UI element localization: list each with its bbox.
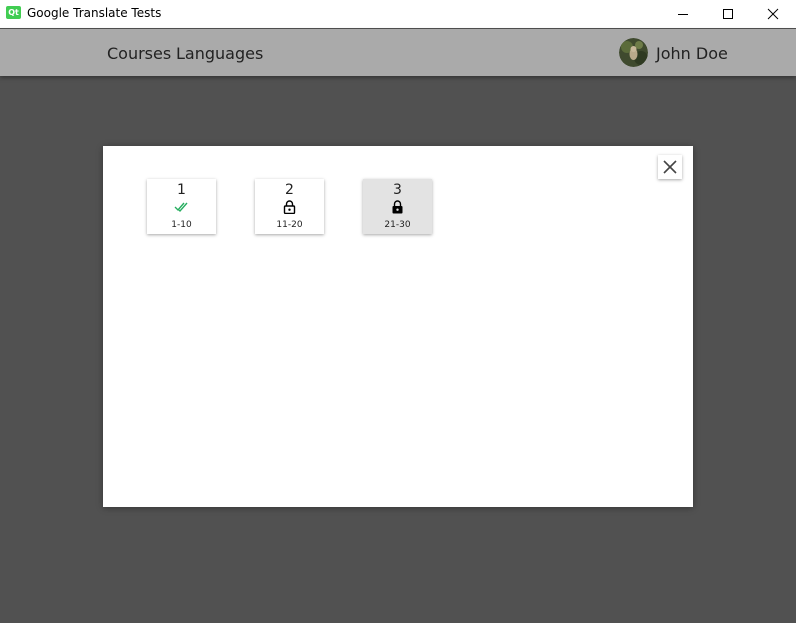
double-check-icon [174,202,188,213]
user-name[interactable]: John Doe [656,44,728,63]
minimize-icon [678,14,688,15]
lesson-range: 1-10 [171,220,192,230]
lesson-card-2[interactable]: 2 11-20 [255,179,324,234]
lesson-range: 11-20 [276,220,303,230]
window-titlebar: Qt Google Translate Tests [0,0,796,28]
qt-logo-icon: Qt [6,6,21,19]
close-icon [767,8,779,20]
nav-courses[interactable]: Courses [107,44,171,63]
lock-open-icon [283,200,296,214]
close-icon [663,160,677,174]
lesson-card-3[interactable]: 3 21-30 [363,179,432,234]
maximize-button[interactable] [705,0,751,28]
lesson-number: 3 [393,182,402,198]
lesson-card-1[interactable]: 1 1-10 [147,179,216,234]
lock-icon [392,200,403,214]
lesson-number: 2 [285,182,294,198]
avatar-image [619,38,648,67]
maximize-icon [723,9,733,19]
close-window-button[interactable] [750,0,796,28]
nav-languages[interactable]: Languages [176,44,263,63]
lesson-number: 1 [177,182,186,198]
avatar[interactable] [619,38,648,67]
minimize-button[interactable] [660,0,706,28]
lesson-range: 21-30 [384,220,411,230]
dialog-close-button[interactable] [658,155,682,179]
app-header: Courses Languages John Doe [0,29,796,76]
lesson-dialog: 1 1-10 2 11-20 3 21-30 [103,146,693,507]
window-title: Google Translate Tests [27,6,162,20]
